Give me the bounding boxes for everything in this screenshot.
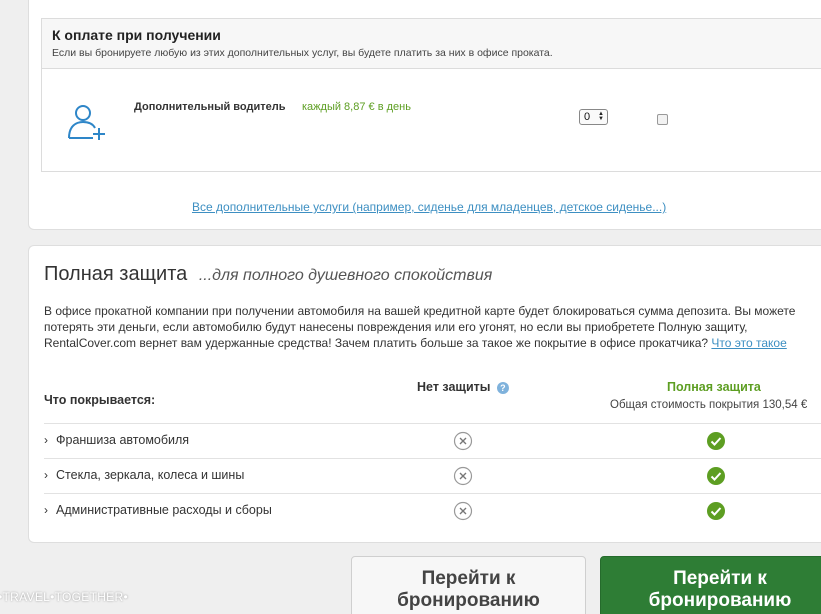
add-driver-icon (68, 105, 105, 140)
coverage-row-label: › Стекла, зеркала, колеса и шины (44, 468, 244, 482)
chevron-right-icon: › (44, 468, 48, 482)
coverage-row-label: › Административные расходы и сборы (44, 503, 272, 517)
coverage-row[interactable]: › Административные расходы и сборы (44, 493, 821, 528)
quantity-value: 0 (584, 111, 591, 123)
coverage-row-text: Стекла, зеркала, колеса и шины (56, 468, 245, 482)
pay-on-pickup-box: К оплате при получении Если вы бронирует… (41, 18, 821, 172)
info-icon[interactable]: ? (496, 381, 509, 394)
extras-card: К оплате при получении Если вы бронирует… (28, 0, 821, 230)
chevron-right-icon: › (44, 433, 48, 447)
protection-description: В офисе прокатной компании при получении… (44, 303, 804, 351)
not-covered-icon (453, 501, 473, 521)
protection-text: В офисе прокатной компании при получении… (44, 304, 796, 350)
covered-check-icon (707, 502, 725, 520)
column-no-protection-header: Нет защиты ? (417, 380, 509, 394)
column-covered-header: Что покрывается: (44, 393, 156, 407)
chevron-right-icon: › (44, 503, 48, 517)
pay-on-pickup-header: К оплате при получении Если вы бронирует… (42, 19, 821, 69)
extra-driver-quantity-select[interactable]: 0 ▲ ▼ (579, 109, 608, 125)
coverage-row[interactable]: › Стекла, зеркала, колеса и шины (44, 458, 821, 493)
protection-subtitle: ...для полного душевного спокойствия (198, 267, 493, 284)
extra-driver-price: каждый 8,87 € в день (302, 101, 411, 113)
coverage-row-label: › Франшиза автомобиля (44, 433, 189, 447)
no-protection-label: Нет защиты (417, 380, 491, 394)
not-covered-icon (453, 431, 473, 451)
covered-check-icon (707, 467, 725, 485)
coverage-total-price: Общая стоимость покрытия 130,54 € (610, 399, 808, 411)
coverage-row[interactable]: › Франшиза автомобиля (44, 423, 821, 458)
extra-driver-label: Дополнительный водитель (134, 101, 286, 113)
protection-title: Полная защита ...для полного душевного с… (44, 263, 492, 286)
extra-driver-checkbox[interactable] (657, 114, 668, 125)
pay-on-pickup-title: К оплате при получении (52, 27, 221, 43)
continue-with-protection-button[interactable]: Перейти к бронированию (600, 556, 821, 614)
column-full-protection-header: Полная защита (667, 380, 761, 394)
all-services-link[interactable]: Все дополнительные услуги (например, сид… (192, 200, 666, 214)
watermark-text: •TRAVEL•TOGETHER• (0, 590, 128, 604)
coverage-row-text: Административные расходы и сборы (56, 503, 272, 517)
continue-without-protection-button[interactable]: Перейти к бронированию (351, 556, 586, 614)
protection-title-main: Полная защита (44, 263, 188, 285)
coverage-row-text: Франшиза автомобиля (56, 433, 190, 447)
updown-arrows-icon: ▲ ▼ (598, 111, 604, 122)
full-protection-card: Полная защита ...для полного душевного с… (28, 245, 821, 543)
covered-check-icon (707, 432, 725, 450)
not-covered-icon (453, 466, 473, 486)
what-is-it-link[interactable]: Что это такое (711, 336, 786, 350)
pay-on-pickup-note: Если вы бронируете любую из этих дополни… (52, 47, 553, 59)
